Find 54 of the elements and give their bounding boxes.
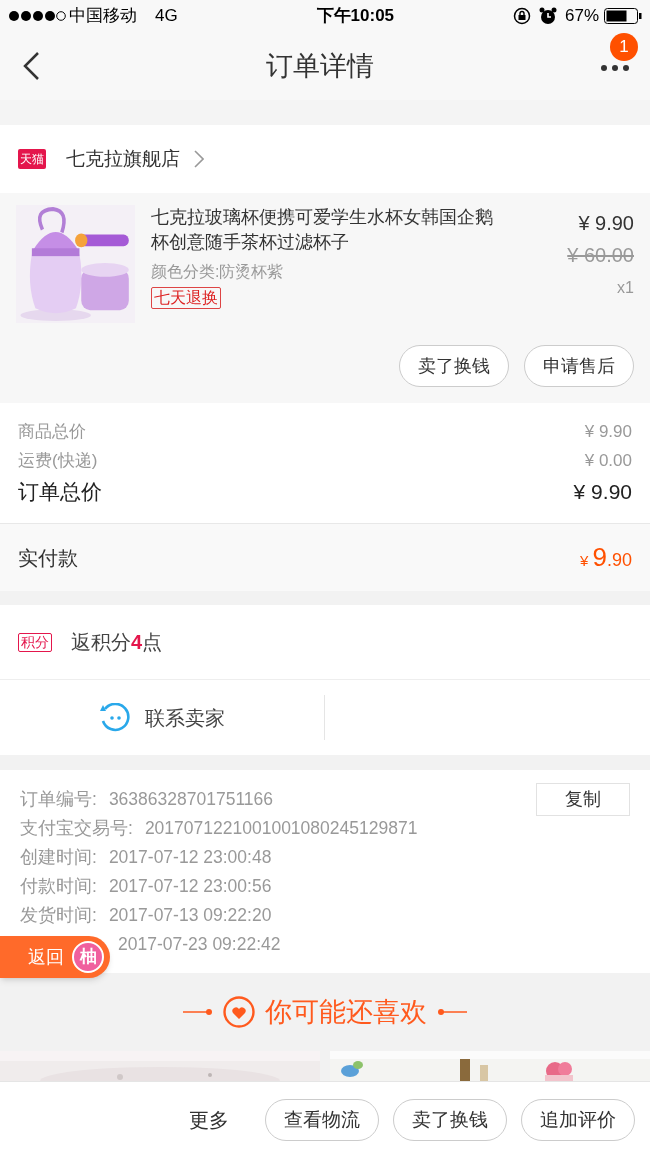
network-type: 4G bbox=[155, 5, 178, 28]
summary-value: ¥ 9.90 bbox=[573, 479, 632, 506]
info-value: 2017-07-13 09:22:20 bbox=[108, 904, 272, 928]
tmall-badge: 天猫 bbox=[18, 149, 46, 169]
points-badge: 积分 bbox=[18, 632, 52, 652]
dot-line-icon bbox=[437, 1008, 467, 1016]
info-value: 2017-07-12 23:00:56 bbox=[108, 875, 272, 899]
info-value: 2017-07-23 09:22:42 bbox=[118, 933, 281, 957]
info-label: 创建时间: bbox=[20, 846, 97, 870]
summary-value: ¥ 9.90 bbox=[584, 420, 632, 443]
notification-badge: 1 bbox=[610, 33, 638, 61]
chevron-right-icon[interactable] bbox=[194, 150, 204, 168]
recommend-title: 你可能还喜欢 bbox=[265, 995, 427, 1029]
rotation-lock-icon bbox=[512, 7, 531, 25]
contact-seller-button[interactable]: 联系卖家 bbox=[99, 702, 225, 733]
action-button[interactable]: 申请售后 bbox=[524, 345, 634, 387]
info-label: 付款时间: bbox=[20, 875, 97, 899]
action-button[interactable]: 卖了换钱 bbox=[393, 1099, 507, 1141]
carrier-name: 中国移动 bbox=[69, 5, 137, 28]
battery-icon bbox=[604, 8, 642, 24]
store-name[interactable]: 七克拉旗舰店 bbox=[66, 144, 180, 174]
paid-amount: ¥ 9.90 bbox=[580, 541, 632, 574]
paid-label: 实付款 bbox=[18, 545, 78, 571]
more-icon[interactable] bbox=[600, 64, 630, 72]
dot-line-icon bbox=[183, 1008, 213, 1016]
return-policy-tag: 七天退换 bbox=[151, 287, 221, 309]
info-label: 支付宝交易号: bbox=[20, 817, 133, 841]
product-title[interactable]: 七克拉玻璃杯便携可爱学生水杯女韩国企鹅杯创意随手茶杯过滤杯子 bbox=[151, 205, 509, 255]
summary-value: ¥ 0.00 bbox=[584, 449, 632, 472]
info-label: 发货时间: bbox=[20, 904, 97, 928]
info-value: 36386328701751166 bbox=[108, 788, 274, 812]
summary-label: 商品总价 bbox=[18, 420, 86, 443]
battery-percent: 67% bbox=[564, 5, 599, 28]
quantity: x1 bbox=[617, 278, 634, 298]
status-time: 下午10:05 bbox=[316, 5, 395, 28]
points-text: 返积分4点 bbox=[71, 630, 163, 655]
original-price: ¥ 60.00 bbox=[567, 243, 634, 268]
info-value: 2017-07-12 23:00:48 bbox=[108, 846, 272, 870]
back-icon[interactable] bbox=[22, 51, 40, 81]
action-button[interactable]: 追加评价 bbox=[521, 1099, 635, 1141]
action-button[interactable]: 查看物流 bbox=[265, 1099, 379, 1141]
chat-face-icon bbox=[99, 702, 131, 733]
summary-label: 运费(快递) bbox=[18, 449, 98, 472]
info-value: 2017071221001001080245129871 bbox=[144, 817, 418, 841]
info-label: 订单编号: bbox=[20, 788, 97, 812]
product-variant: 颜色分类:防烫杯紫 bbox=[151, 262, 285, 282]
signal-icon bbox=[8, 10, 66, 22]
product-price: ¥ 9.90 bbox=[578, 211, 634, 236]
action-button[interactable]: 卖了换钱 bbox=[399, 345, 509, 387]
summary-label: 订单总价 bbox=[18, 479, 102, 506]
more-button[interactable]: 更多 bbox=[189, 1105, 229, 1135]
alarm-icon bbox=[538, 7, 557, 25]
copy-button[interactable]: 复制 bbox=[536, 783, 630, 816]
page-title: 订单详情 bbox=[266, 49, 374, 83]
